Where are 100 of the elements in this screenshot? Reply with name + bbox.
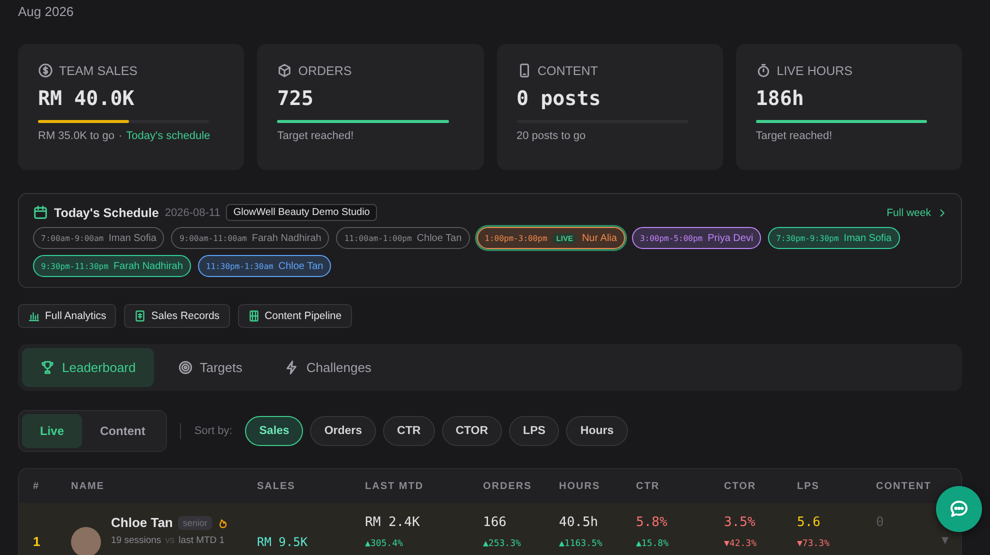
stat-value: RM 40.0K: [38, 86, 136, 112]
schedule-slot[interactable]: 9:30pm-11:30pm Farah Nadhirah: [33, 255, 191, 277]
slot-host: Priya Devi: [708, 232, 754, 244]
dollar-circle-icon: [38, 63, 53, 78]
change-value: ▲253.3%: [483, 539, 521, 549]
slot-host: Chloe Tan: [278, 260, 324, 272]
mode-option[interactable]: Content: [82, 414, 164, 448]
column-header: LAST MTD: [365, 480, 424, 492]
slot-time: 3:00pm-5:00pm: [640, 234, 703, 242]
stat-label: TEAM SALES: [59, 64, 138, 78]
slot-time: 11:00am-1:00pm: [344, 234, 412, 242]
column-header: CONTENT: [876, 480, 932, 492]
quick-link-button[interactable]: Sales Records: [124, 304, 230, 328]
quick-link-button[interactable]: Full Analytics: [18, 304, 116, 328]
stat-label: LIVE HOURS: [776, 64, 852, 78]
period-label: Aug 2026: [18, 4, 75, 21]
tab[interactable]: Targets: [160, 348, 260, 387]
stat-label: CONTENT: [538, 64, 598, 78]
table-cell: 3.5%: [724, 515, 756, 530]
film-icon: [248, 310, 260, 322]
last-mtd-count: last MTD 1: [178, 535, 225, 546]
table-cell: 40.5h: [559, 515, 598, 530]
column-header: HOURS: [559, 480, 600, 492]
bar-chart-icon: [28, 310, 40, 322]
schedule-link[interactable]: Today's schedule: [126, 130, 210, 142]
stat-note: 20 posts to go: [516, 130, 586, 142]
avatar: [71, 527, 101, 555]
slot-host: Farah Nadhirah: [252, 232, 322, 244]
slot-host: Iman Sofia: [844, 232, 892, 244]
schedule-title: Today's Schedule: [54, 206, 159, 220]
sort-option[interactable]: Hours: [566, 416, 628, 446]
person-name: Chloe Tan: [111, 515, 173, 530]
session-count: 19 sessions: [111, 535, 162, 546]
separator-dot: ·: [118, 130, 122, 142]
table-cell: 0: [876, 515, 884, 530]
sort-option[interactable]: CTR: [383, 416, 435, 446]
schedule-slot[interactable]: 3:00pm-5:00pm Priya Devi: [632, 227, 762, 249]
slot-time: 7:00am-9:00am: [41, 234, 104, 242]
schedule-slot[interactable]: 11:00am-1:00pm Chloe Tan: [336, 227, 470, 249]
sort-label: Sort by:: [194, 425, 232, 437]
stopwatch-icon: [756, 63, 771, 78]
full-week-link[interactable]: Full week: [886, 206, 931, 218]
column-header: SALES: [257, 480, 296, 492]
chat-bubble-icon: [949, 499, 969, 519]
column-header: CTOR: [724, 480, 756, 492]
schedule-date: 2026-08-11: [164, 206, 220, 218]
column-header: #: [33, 480, 40, 492]
schedule-slot[interactable]: 9:00am-11:00am Farah Nadhirah: [171, 227, 330, 249]
slot-host: Chloe Tan: [416, 232, 462, 244]
schedule-slot[interactable]: 11:30pm-1:30am Chloe Tan: [198, 255, 332, 277]
change-value: ▲305.4%: [365, 539, 403, 549]
stat-note: Target reached!: [756, 130, 832, 142]
spreadsheet-icon: [134, 310, 146, 322]
table-cell: RM 9.5K: [257, 535, 308, 549]
role-tag: senior: [178, 516, 212, 530]
change-value: ▼73.3%: [797, 539, 830, 549]
slot-host: Farah Nadhirah: [113, 260, 183, 272]
slot-time: 7:30pm-9:30pm: [776, 234, 839, 242]
stat-note: RM 35.0K to go: [38, 130, 114, 142]
target-icon: [178, 360, 193, 375]
sort-option[interactable]: LPS: [509, 416, 560, 446]
lightning-icon: [284, 360, 300, 375]
studio-tag: GlowWell Beauty Demo Studio: [226, 204, 377, 221]
sort-option[interactable]: Orders: [310, 416, 376, 446]
sort-option[interactable]: CTOR: [442, 416, 502, 446]
box-icon: [277, 63, 292, 78]
stat-value: 725: [277, 86, 314, 112]
stat-value: 186h: [756, 86, 805, 112]
change-value: ▲1163.5%: [559, 539, 602, 549]
slot-time: 9:00am-11:00am: [179, 234, 247, 242]
table-cell: RM 2.4K: [365, 515, 420, 530]
column-header: ORDERS: [483, 480, 532, 492]
table-cell: 5.6: [797, 515, 820, 530]
trophy-icon: [40, 360, 55, 375]
rank-number: 1: [33, 534, 40, 549]
vs-label: vs: [165, 535, 175, 546]
tab[interactable]: Challenges: [266, 348, 390, 387]
column-header: CTR: [636, 480, 660, 492]
slot-host: Iman Sofia: [108, 232, 156, 244]
schedule-slot[interactable]: 7:30pm-9:30pm Iman Sofia: [768, 227, 900, 249]
quick-link-button[interactable]: Content Pipeline: [238, 304, 352, 328]
column-header: NAME: [71, 480, 104, 492]
stat-value: 0 posts: [516, 86, 602, 112]
column-header: LPS: [797, 480, 820, 492]
slot-time: 9:30pm-11:30pm: [41, 262, 108, 270]
change-value: ▼42.3%: [724, 539, 757, 549]
chat-button[interactable]: [936, 486, 982, 532]
table-cell: 166: [483, 515, 506, 530]
calendar-icon: [33, 205, 48, 220]
sort-option[interactable]: Sales: [245, 416, 304, 446]
stat-note: Target reached!: [277, 130, 354, 142]
stat-label: ORDERS: [298, 64, 352, 78]
slot-time: 11:30pm-1:30am: [206, 262, 274, 270]
change-value: ▲15.8%: [636, 539, 669, 549]
slot-time: 1:00pm-3:00pm: [484, 234, 548, 242]
table-cell: 5.8%: [636, 515, 668, 530]
tab[interactable]: Leaderboard: [22, 348, 154, 387]
schedule-slot[interactable]: 7:00am-9:00am Iman Sofia: [33, 227, 164, 249]
mode-option[interactable]: Live: [22, 414, 82, 448]
slot-host: Nur Alia: [582, 232, 617, 244]
